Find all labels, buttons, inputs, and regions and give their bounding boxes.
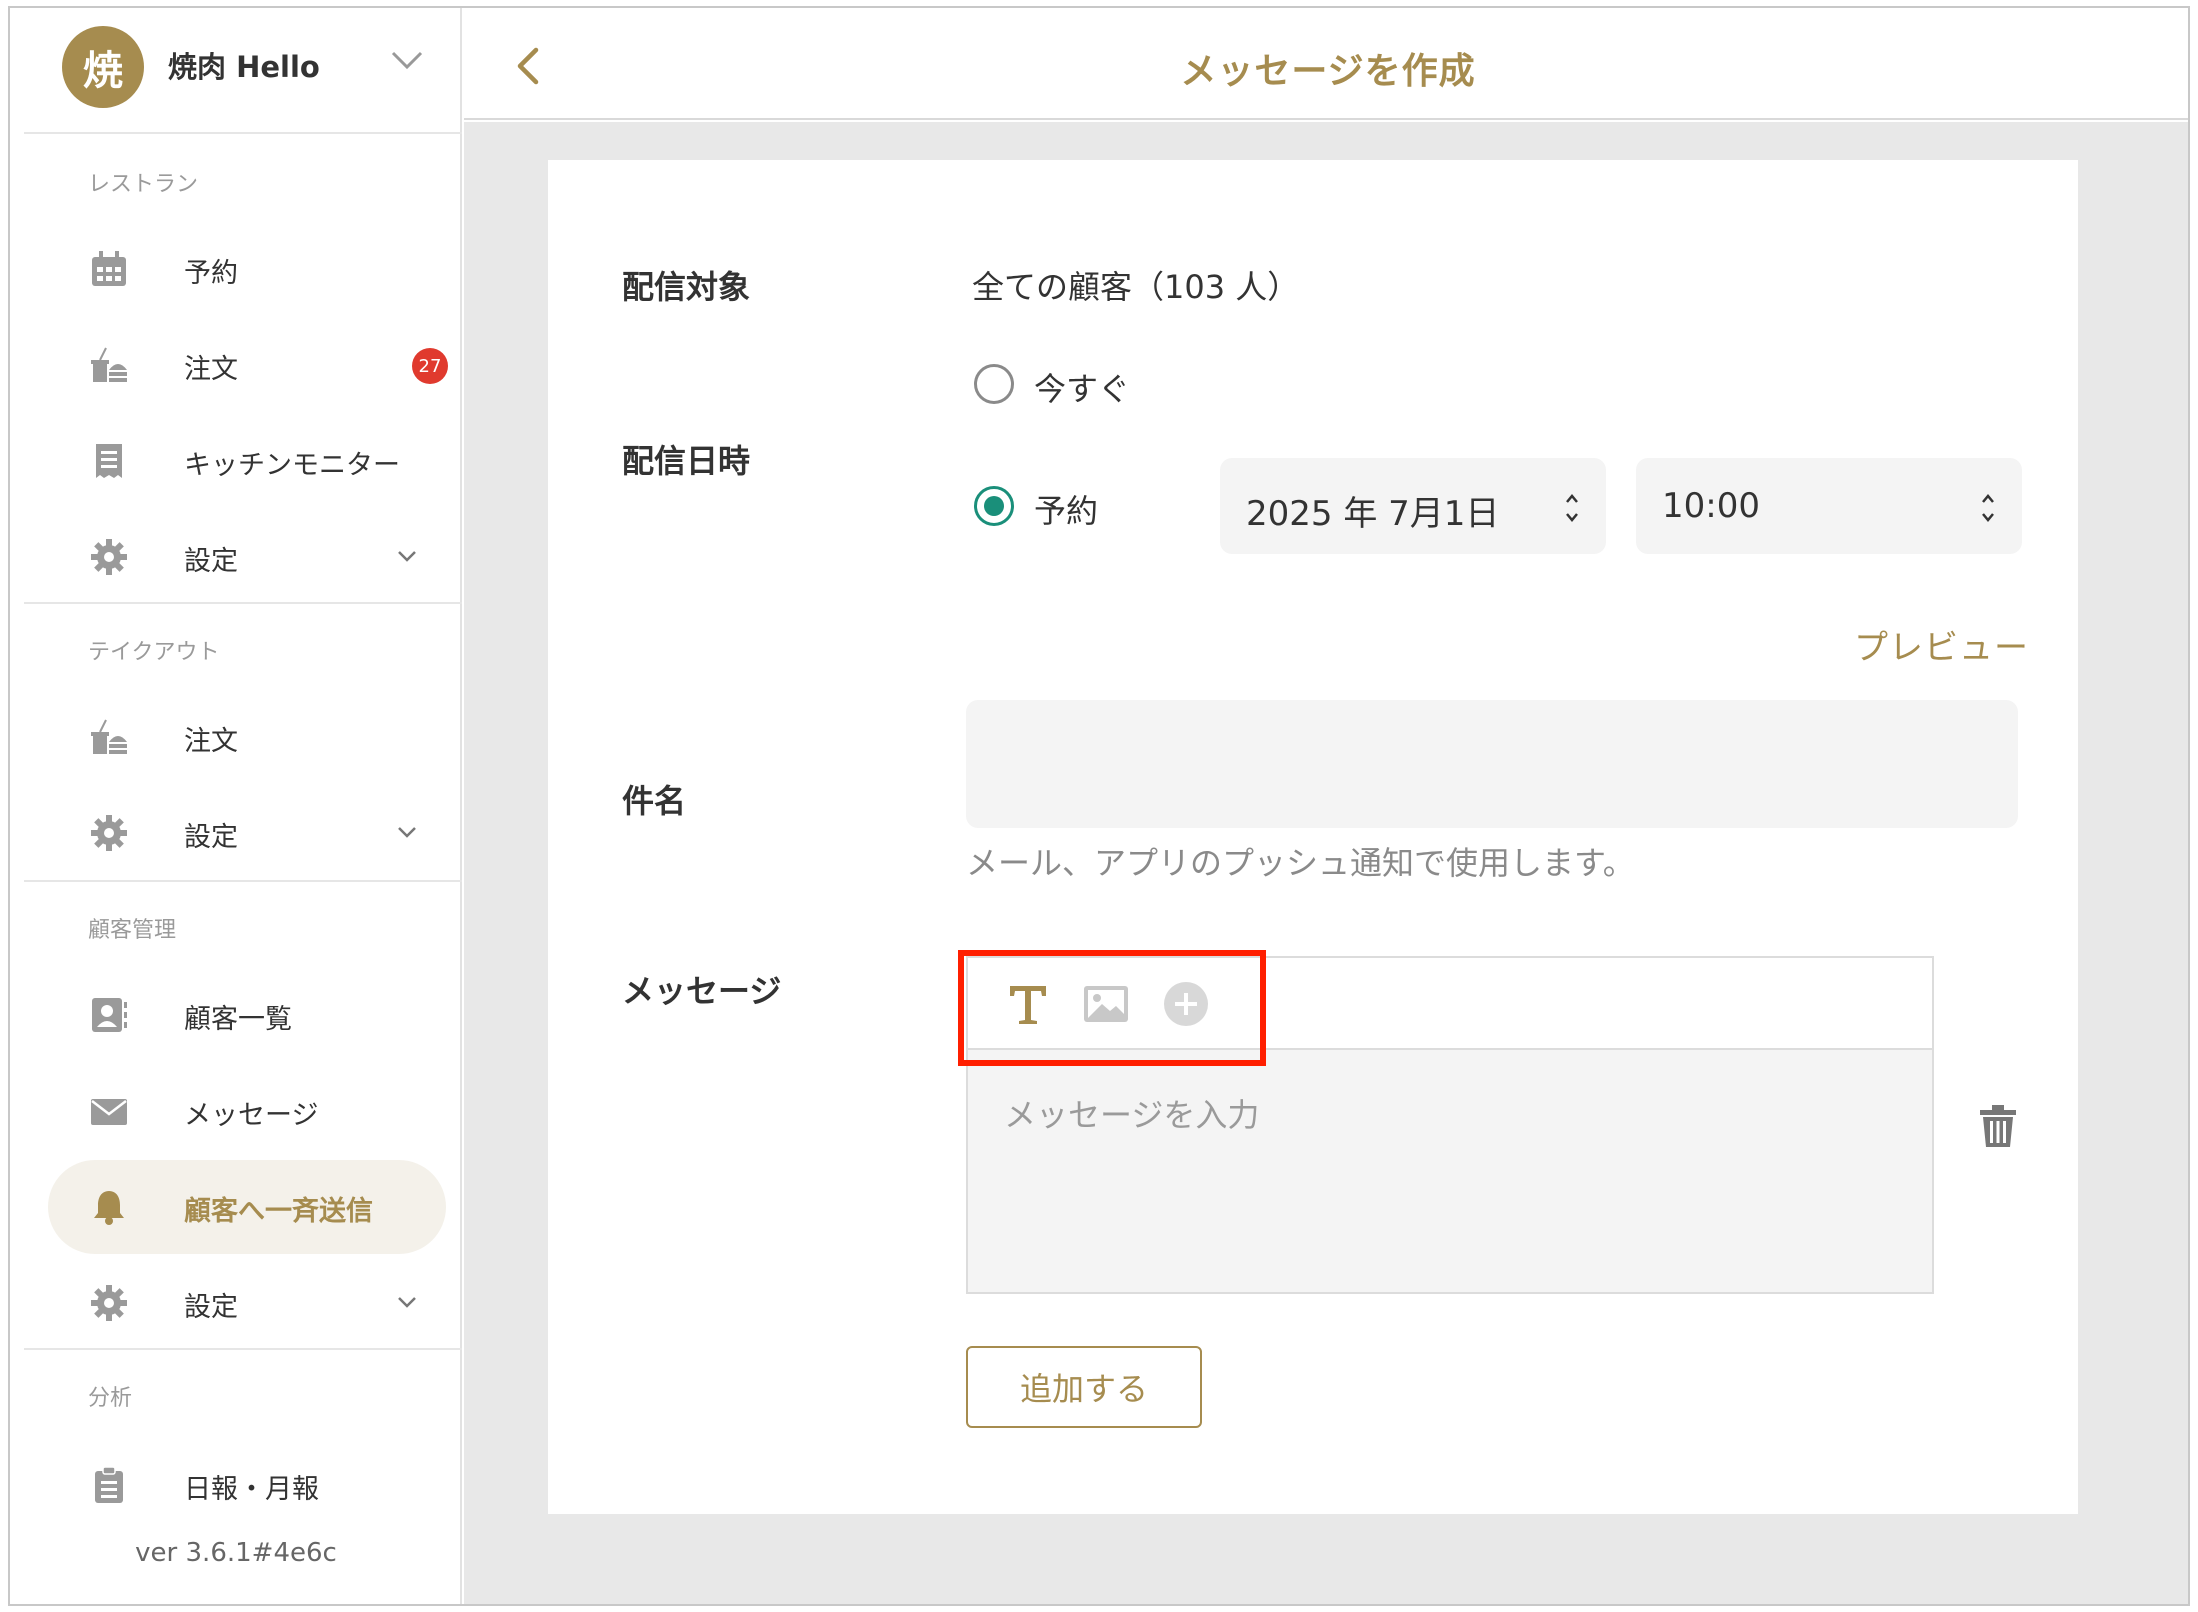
takeout-icon <box>91 347 127 382</box>
annotation-highlight-box <box>958 950 1266 1066</box>
store-switcher[interactable]: 焼 焼肉 Hello <box>10 8 462 132</box>
select-arrows-icon <box>1566 494 1578 522</box>
sidebar-item-label: 設定 <box>184 546 238 577</box>
divider <box>24 602 462 604</box>
chevron-down-icon <box>398 551 416 562</box>
envelope-icon <box>91 1099 127 1125</box>
section-title-takeout: テイクアウト <box>88 640 220 665</box>
sidebar-item-orders[interactable]: 注文 27 <box>48 318 448 412</box>
header-bar: メッセージを作成 <box>464 8 2188 120</box>
message-form-card <box>548 160 2078 1514</box>
sidebar-item-messages[interactable]: メッセージ <box>48 1064 446 1158</box>
chevron-down-icon <box>398 1297 416 1308</box>
takeout-icon <box>91 719 127 754</box>
contact-card-icon <box>92 998 127 1032</box>
chevron-down-icon <box>391 51 423 70</box>
add-block-button[interactable]: 追加する <box>966 1346 1202 1428</box>
target-label: 配信対象 <box>622 268 751 306</box>
gear-icon <box>91 539 127 575</box>
sidebar-item-label: 顧客へ一斉送信 <box>184 1196 373 1227</box>
gear-icon <box>91 1285 127 1321</box>
sidebar-item-reservations[interactable]: 予約 <box>48 222 446 316</box>
calendar-icon <box>92 251 126 286</box>
section-title-restaurant: レストラン <box>88 172 199 197</box>
sidebar-item-takeout-settings[interactable]: 設定 <box>48 786 446 880</box>
sidebar: 焼 焼肉 Hello レストラン 予約 注文 27 キッチンモニター 設定 テイ… <box>10 8 462 1604</box>
time-select[interactable]: 10:00 <box>1636 458 2022 554</box>
message-placeholder: メッセージを入力 <box>1004 1096 1260 1134</box>
avatar: 焼 <box>62 26 144 108</box>
sidebar-item-label: 注文 <box>184 354 238 385</box>
sidebar-item-customer-settings[interactable]: 設定 <box>48 1256 446 1350</box>
receipt-icon <box>96 444 122 478</box>
order-count-badge: 27 <box>412 348 448 384</box>
target-value: 全ての顧客（103 人） <box>972 268 1300 306</box>
date-select-value: 2025 年 7月1日 <box>1246 494 1500 534</box>
section-title-analytics: 分析 <box>88 1386 133 1411</box>
preview-link[interactable]: プレビュー <box>1854 620 2029 669</box>
sidebar-item-label: キッチンモニター <box>184 450 400 481</box>
time-select-value: 10:00 <box>1662 486 1760 526</box>
select-arrows-icon <box>1982 494 1994 522</box>
radio-send-now-label: 今すぐ <box>1034 370 1131 408</box>
radio-scheduled[interactable] <box>974 486 1014 526</box>
message-textarea[interactable]: メッセージを入力 <box>968 1050 1932 1292</box>
section-title-customer-management: 顧客管理 <box>88 918 177 943</box>
sidebar-item-kitchen-monitor[interactable]: キッチンモニター <box>48 414 446 508</box>
bell-icon <box>94 1191 124 1225</box>
sidebar-item-restaurant-settings[interactable]: 設定 <box>48 510 446 604</box>
sidebar-item-label: 設定 <box>184 822 238 853</box>
trash-icon[interactable] <box>1978 1104 2018 1148</box>
app-version: ver 3.6.1#4e6c <box>135 1538 337 1568</box>
sidebar-item-label: メッセージ <box>184 1100 319 1131</box>
sidebar-item-label: 顧客一覧 <box>184 1004 292 1035</box>
divider <box>24 132 462 134</box>
sidebar-item-label: 設定 <box>184 1292 238 1323</box>
clipboard-icon <box>95 1466 123 1503</box>
divider <box>24 1348 462 1350</box>
divider <box>24 880 462 882</box>
sidebar-item-reports[interactable]: 日報・月報 <box>48 1438 446 1532</box>
page-title: メッセージを作成 <box>1180 51 1476 92</box>
radio-scheduled-label: 予約 <box>1034 492 1099 530</box>
radio-send-now[interactable] <box>974 364 1014 404</box>
date-select[interactable]: 2025 年 7月1日 <box>1220 458 1606 554</box>
sidebar-item-broadcast[interactable]: 顧客へ一斉送信 <box>48 1160 446 1254</box>
sidebar-item-customer-list[interactable]: 顧客一覧 <box>48 968 446 1062</box>
store-name: 焼肉 Hello <box>168 50 320 84</box>
subject-hint: メール、アプリのプッシュ通知で使用します。 <box>966 844 1635 882</box>
sidebar-item-label: 注文 <box>184 726 238 757</box>
subject-input[interactable] <box>966 700 2018 828</box>
sidebar-item-takeout-orders[interactable]: 注文 <box>48 690 446 784</box>
chevron-down-icon <box>398 827 416 838</box>
message-label: メッセージ <box>622 972 782 1010</box>
sidebar-item-label: 予約 <box>184 258 238 289</box>
sidebar-item-label: 日報・月報 <box>184 1474 319 1505</box>
schedule-label: 配信日時 <box>622 442 751 480</box>
subject-label: 件名 <box>622 782 687 820</box>
gear-icon <box>91 815 127 851</box>
